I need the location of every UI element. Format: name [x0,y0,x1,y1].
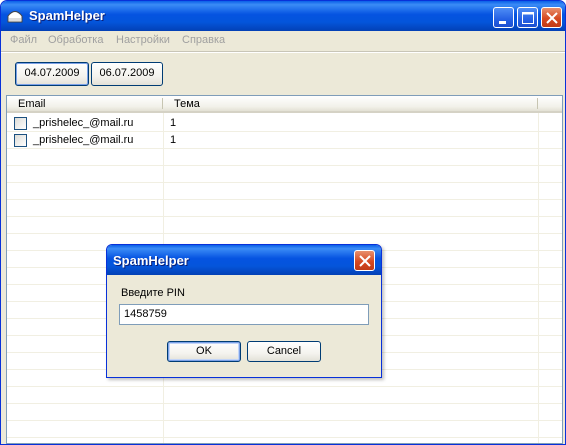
menu-separator [1,51,565,53]
column-header-email[interactable]: Email [12,96,162,111]
close-button[interactable] [541,7,562,28]
list-row[interactable]: _prishelec_@mail.ru 1 [7,132,562,149]
title-bar[interactable]: SpamHelper [1,1,565,31]
grid-line [7,420,562,421]
grid-line [7,199,562,200]
menu-item-processing[interactable]: Обработка [48,34,103,46]
minimize-button[interactable] [493,7,514,28]
grid-line [538,113,539,443]
close-icon [546,12,558,24]
menu-item-file[interactable]: Файл [10,34,37,46]
grid-line [7,386,562,387]
row-email: _prishelec_@mail.ru [33,134,134,146]
minimize-icon [499,21,506,24]
date-button-2[interactable]: 06.07.2009 [91,62,163,86]
app-icon [7,9,23,23]
dialog-title-bar[interactable]: SpamHelper [107,245,381,275]
column-divider[interactable] [162,98,163,109]
column-header-subject[interactable]: Тема [168,96,528,111]
dialog-close-button[interactable] [354,250,375,271]
row-checkbox[interactable] [14,134,27,147]
list-header: Email Тема [7,96,562,113]
maximize-icon [522,12,534,24]
date-button-1[interactable]: 04.07.2009 [15,62,89,86]
pin-label: Введите PIN [121,287,185,299]
window-title: SpamHelper [29,8,105,23]
menu-item-settings[interactable]: Настройки [116,34,170,46]
cancel-button[interactable]: Cancel [247,341,321,362]
row-checkbox[interactable] [14,117,27,130]
row-subject: 1 [170,134,177,146]
grid-line [7,216,562,217]
main-window: SpamHelper Файл Обработка Настройки Спра… [0,0,566,445]
row-subject: 1 [170,117,177,129]
menu-bar: Файл Обработка Настройки Справка [1,31,565,51]
pin-input[interactable]: 1458759 [119,304,369,325]
list-row[interactable]: _prishelec_@mail.ru 1 [7,115,562,132]
dialog-title: SpamHelper [113,253,189,268]
column-divider[interactable] [537,98,538,109]
pin-dialog: SpamHelper Введите PIN 1458759 OK Cancel [106,244,382,378]
grid-line [7,182,562,183]
grid-line [7,403,562,404]
grid-line [7,437,562,438]
row-email: _prishelec_@mail.ru [33,117,134,129]
grid-line [7,233,562,234]
maximize-button[interactable] [517,7,538,28]
menu-item-help[interactable]: Справка [182,34,225,46]
grid-line [7,165,562,166]
close-icon [359,255,371,267]
ok-button[interactable]: OK [167,341,241,362]
